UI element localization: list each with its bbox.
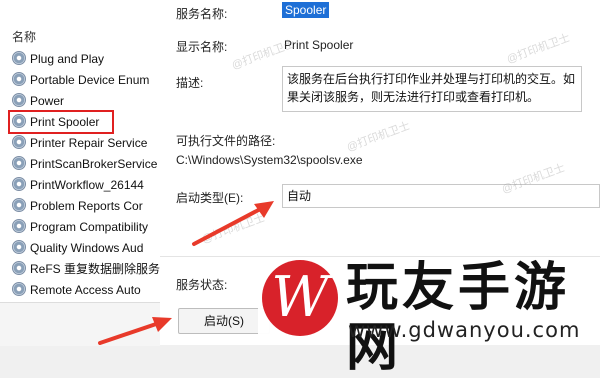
service-gear-icon — [12, 198, 26, 212]
service-gear-icon — [12, 219, 26, 233]
executable-path-value[interactable]: C:\Windows\System32\spoolsv.exe — [176, 153, 363, 167]
services-list-pane: 名称 Plug and Play Portable Device Enum Po… — [0, 0, 161, 346]
description-box[interactable]: 该服务在后台执行打印作业并处理与打印机的交互。如果关闭该服务，则无法进行打印或查… — [282, 66, 582, 112]
service-item-print-spooler[interactable]: Print Spooler — [8, 110, 114, 134]
service-gear-icon — [12, 135, 26, 149]
start-button[interactable]: 启动(S) — [178, 308, 270, 334]
service-item-label: PrintWorkflow_26144 — [30, 178, 144, 192]
service-gear-icon — [12, 114, 26, 128]
service-name-label: 服务名称: — [176, 7, 228, 21]
display-name-value[interactable]: Print Spooler — [284, 38, 353, 52]
service-gear-icon — [12, 240, 26, 254]
service-item-label: ReFS 重复数据删除服务 — [30, 262, 160, 276]
service-item[interactable]: ReFS 重复数据删除服务 — [12, 259, 160, 279]
service-item-label: Power — [30, 94, 65, 108]
service-item-label: Program Compatibility — [30, 220, 149, 234]
service-item[interactable]: Power — [12, 91, 160, 111]
red-arrow-icon — [192, 201, 274, 246]
service-item[interactable]: Program Compatibility — [12, 217, 160, 237]
description-label: 描述: — [176, 76, 204, 90]
service-item-label: Quality Windows Aud — [30, 241, 144, 255]
service-item[interactable]: Plug and Play — [12, 49, 160, 69]
brand-logo-letter: W — [271, 265, 329, 330]
service-gear-icon — [12, 156, 26, 170]
service-item-label: PrintScanBrokerService — [30, 157, 158, 171]
service-item[interactable]: Printer Repair Service — [12, 133, 160, 153]
service-gear-icon — [12, 72, 26, 86]
service-item-label: Portable Device Enum — [30, 73, 150, 87]
service-gear-icon — [12, 51, 26, 65]
column-header-name[interactable]: 名称 — [12, 28, 36, 45]
service-item[interactable]: Portable Device Enum — [12, 70, 160, 90]
display-name-label: 显示名称: — [176, 40, 228, 54]
service-item-label: Print Spooler — [30, 115, 100, 129]
red-arrow-icon — [98, 317, 172, 345]
service-item[interactable]: PrintScanBrokerService — [12, 154, 160, 174]
service-item[interactable]: Problem Reports Cor — [12, 196, 160, 216]
service-item-label: Remote Access Auto — [30, 283, 141, 297]
service-item[interactable]: Remote Access Auto — [12, 280, 160, 300]
executable-path-label: 可执行文件的路径: — [176, 134, 276, 148]
startup-type-select[interactable]: 自动 — [282, 184, 600, 208]
brand-url: www.gdwanyou.com — [348, 318, 581, 342]
service-status-label: 服务状态: — [176, 278, 228, 292]
service-item-label: Printer Repair Service — [30, 136, 148, 150]
service-gear-icon — [12, 177, 26, 191]
service-item[interactable]: PrintWorkflow_26144 — [12, 175, 160, 195]
service-item-label: Problem Reports Cor — [30, 199, 143, 213]
service-item-label: Plug and Play — [30, 52, 105, 66]
service-gear-icon — [12, 93, 26, 107]
service-name-value[interactable]: Spooler — [282, 2, 330, 18]
service-gear-icon — [12, 282, 26, 296]
service-item[interactable]: Quality Windows Aud — [12, 238, 160, 258]
service-gear-icon — [12, 261, 26, 275]
